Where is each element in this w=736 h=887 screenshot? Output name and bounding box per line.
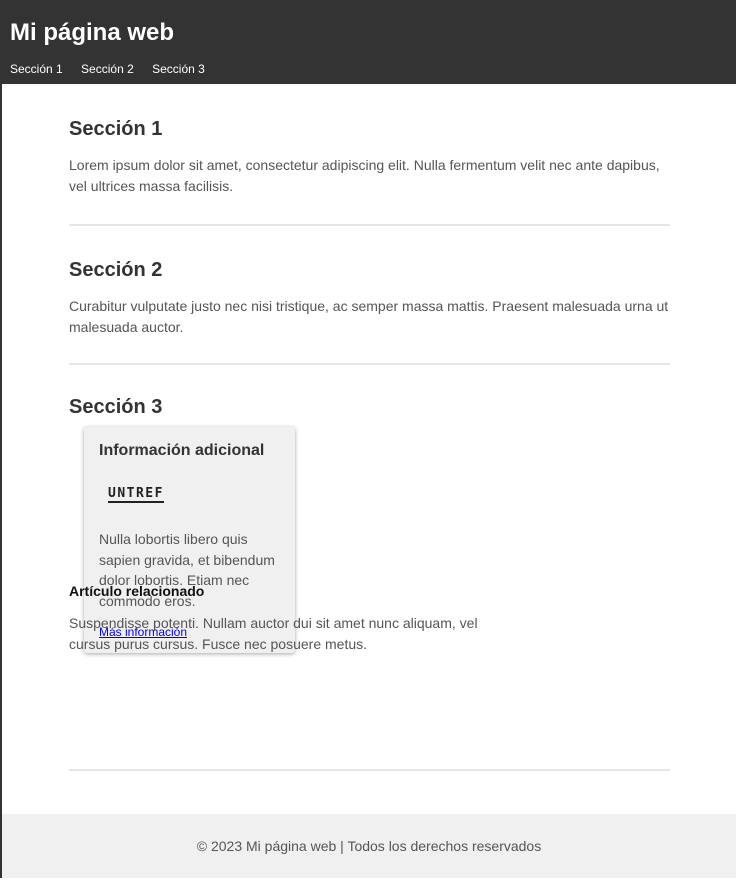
section-1: Sección 1 Lorem ipsum dolor sit amet, co… — [69, 84, 670, 226]
site-title: Mi página web — [10, 19, 175, 46]
untref-logo: UNTREF — [108, 486, 164, 501]
related-article-title: Artículo relacionado — [69, 583, 205, 599]
footer-text: © 2023 Mi página web | Todos los derecho… — [196, 838, 542, 854]
section-3-title: Sección 3 — [69, 396, 163, 418]
nav-link-seccion-1[interactable]: Sección 1 — [10, 62, 63, 76]
site-footer: © 2023 Mi página web | Todos los derecho… — [2, 814, 736, 878]
section-1-title: Sección 1 — [69, 118, 163, 140]
section-2: Sección 2 Curabitur vulputate justo nec … — [69, 226, 670, 365]
main-nav: Sección 1 Sección 2 Sección 3 — [10, 61, 220, 77]
untref-logo-underline — [108, 501, 164, 503]
related-article-text: Suspendisse potenti. Nullam auctor dui s… — [69, 615, 478, 652]
site-header: Mi página web Sección 1 Sección 2 Secció… — [2, 0, 736, 84]
section-2-text: Curabitur vulputate justo nec nisi trist… — [69, 298, 669, 335]
page-frame: Mi página web Sección 1 Sección 2 Secció… — [2, 0, 736, 878]
section-1-text: Lorem ipsum dolor sit amet, consectetur … — [69, 157, 660, 194]
info-card-title: Información adicional — [99, 442, 265, 459]
section-3: Sección 3 Información adicional UNTREF N… — [69, 365, 670, 771]
nav-link-seccion-2[interactable]: Sección 2 — [81, 62, 134, 76]
main-content: Sección 1 Lorem ipsum dolor sit amet, co… — [69, 84, 670, 771]
nav-link-seccion-3[interactable]: Sección 3 — [152, 62, 205, 76]
bottom-strip — [0, 878, 736, 887]
section-2-title: Sección 2 — [69, 259, 163, 281]
